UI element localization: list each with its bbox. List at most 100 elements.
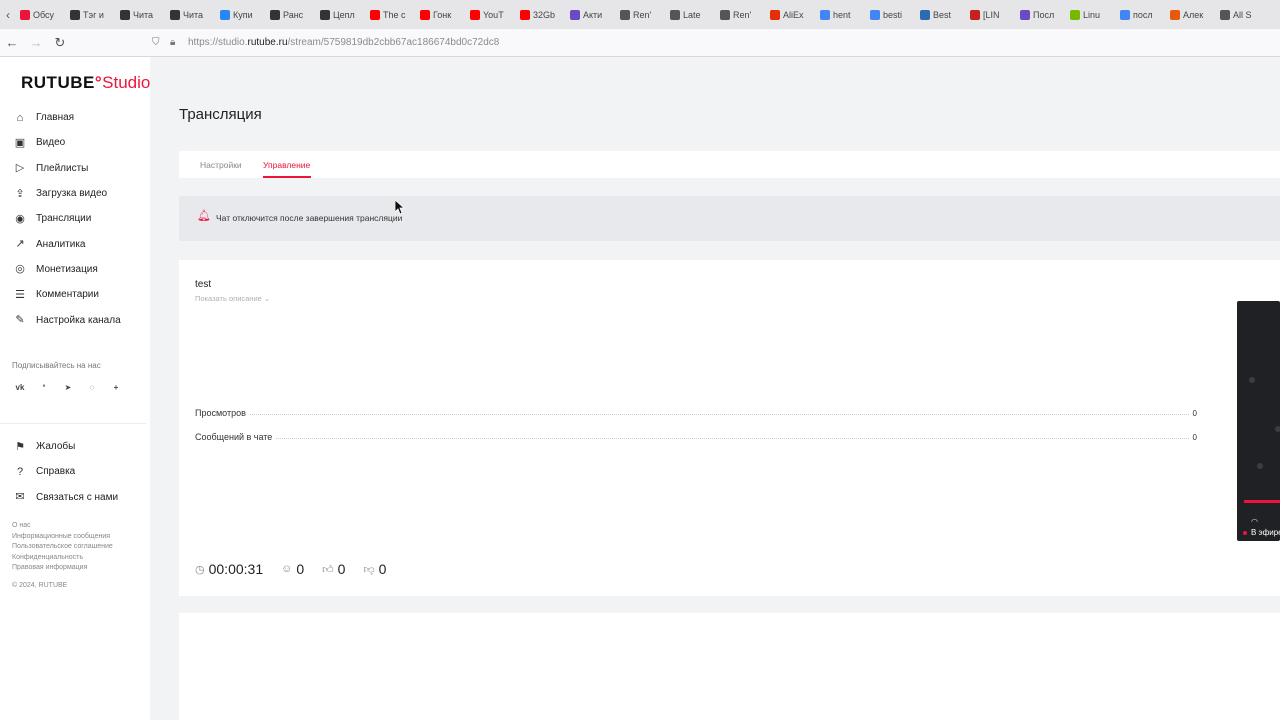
bookmark-item[interactable]: Чита xyxy=(116,4,166,26)
playlist-icon: ▷ xyxy=(15,162,25,175)
show-description-toggle[interactable]: Показать описание ⌄ xyxy=(195,294,270,303)
bookmark-item[interactable]: Гонк xyxy=(416,4,466,26)
bookmarks-bar: ‹ Обсу Тэг и Чита Чита Купи Ранс Цепл The c Гонк… xyxy=(0,0,1280,29)
bookmark-label: 32Gb xyxy=(533,9,556,20)
vk-icon[interactable]: vk xyxy=(12,381,28,395)
dislikes-value: 0 xyxy=(378,561,387,577)
sidebar-item-broadcast[interactable]: ◉ Трансляции xyxy=(0,206,150,231)
address-field[interactable]: ⛉ 🔒︎ https://studio. rutube.ru/stream/575… xyxy=(152,37,499,48)
video-icon: ▣ xyxy=(14,136,26,149)
sidebar-item-wand[interactable]: ✎ Настройка канала xyxy=(0,307,150,332)
page-title: Трансляция xyxy=(179,106,262,123)
sidebar-item-comments[interactable]: ☰ Комментарии xyxy=(0,282,150,307)
bookmark-item[interactable]: Late xyxy=(666,4,716,26)
bookmark-item[interactable]: The c xyxy=(366,4,416,26)
bookmark-item[interactable]: Посл xyxy=(1016,4,1066,26)
bookmark-item[interactable]: [LIN xyxy=(966,4,1016,26)
chat-alert: 🔔︎ Чат отключится после завершения транс… xyxy=(179,196,1280,241)
sidebar-item-label: Загрузка видео xyxy=(36,188,108,200)
forward-icon[interactable]: → xyxy=(24,35,48,50)
footer-link[interactable]: Правовая информация xyxy=(12,563,113,574)
reload-icon[interactable]: ↻ xyxy=(48,35,72,51)
bookmark-item[interactable]: Ранс xyxy=(266,4,316,26)
stat-views-value: 0 xyxy=(1192,409,1197,418)
bookmark-label: hent xyxy=(833,9,851,20)
bookmark-item[interactable]: Акти xyxy=(566,4,616,26)
bookmark-item[interactable]: Тэг и xyxy=(66,4,116,26)
bookmark-item[interactable]: Обсу xyxy=(16,4,66,26)
lock-icon: 🔒︎ xyxy=(170,37,176,48)
stream-name: test xyxy=(195,279,212,290)
bookmark-label: All S xyxy=(1233,9,1252,20)
bookmark-item[interactable]: Linu xyxy=(1066,4,1116,26)
bookmark-item[interactable]: Цепл xyxy=(316,4,366,26)
bookmark-favicon-icon xyxy=(120,9,130,20)
stream-player[interactable]: ◠ В эфире xyxy=(1237,301,1280,541)
user-icon: ☺ xyxy=(281,563,293,575)
bookmark-item[interactable]: посл xyxy=(1116,4,1166,26)
logo[interactable]: RUTUBE°Studio xyxy=(21,73,150,93)
sidebar-nav: ⌂ Главная ▣ Видео ▷ Плейлисты ⇪ Загрузка видео ◉… xyxy=(0,105,150,333)
sidebar-item-video[interactable]: ▣ Видео xyxy=(0,130,150,155)
bookmark-item[interactable]: Ren' xyxy=(716,4,766,26)
player-progress[interactable] xyxy=(1244,500,1280,503)
url-host: rutube.ru xyxy=(247,37,288,48)
analytics-icon: ↗ xyxy=(15,238,25,251)
bookmark-label: [LIN xyxy=(983,9,1000,20)
sidebar-item-monetization[interactable]: ◎ Монетизация xyxy=(0,257,150,282)
bookmark-favicon-icon xyxy=(1070,9,1080,20)
viber-icon[interactable]: ◌ xyxy=(84,381,100,395)
bookmark-item[interactable]: hent xyxy=(816,4,866,26)
bookmark-item[interactable]: Ren' xyxy=(616,4,666,26)
complaints-icon: ⚑ xyxy=(15,440,25,453)
bookmark-label: Linu xyxy=(1083,9,1101,20)
stat-chat-value: 0 xyxy=(1192,433,1197,442)
bookmark-favicon-icon xyxy=(420,9,430,20)
bookmark-item[interactable]: AliEx xyxy=(766,4,816,26)
bookmark-item[interactable]: YouT xyxy=(466,4,516,26)
bookmark-item[interactable]: besti xyxy=(866,4,916,26)
monetization-icon: ◎ xyxy=(15,263,25,276)
sidebar-item-help[interactable]: ? Справка xyxy=(0,459,150,484)
live-broadcast-icon: ◠ xyxy=(1251,517,1258,526)
bookmark-favicon-icon xyxy=(620,9,630,20)
sidebar-item-analytics[interactable]: ↗ Аналитика xyxy=(0,231,150,256)
bookmark-label: Чита xyxy=(133,9,154,20)
sidebar-item-label: Связаться с нами xyxy=(36,491,119,503)
sidebar-item-upload[interactable]: ⇪ Загрузка видео xyxy=(0,181,150,206)
bookmark-label: Ren' xyxy=(733,9,752,20)
sidebar-item-label: Жалобы xyxy=(36,441,76,453)
home-icon: ⌂ xyxy=(16,111,24,124)
bookmark-item[interactable]: Best xyxy=(916,4,966,26)
plus-icon[interactable]: + xyxy=(108,381,124,395)
back-icon[interactable]: ← xyxy=(0,35,24,50)
footer-link[interactable]: Информационные сообщения xyxy=(12,532,113,543)
url-path: /stream/5759819db2cbb67ac186674bd0c72dc8 xyxy=(287,37,500,48)
tab-management[interactable]: Управление xyxy=(263,160,310,170)
sidebar-nav-secondary: ⚑ Жалобы ? Справка ✉ Связаться с нами xyxy=(0,434,150,510)
sidebar-item-home[interactable]: ⌂ Главная xyxy=(0,105,150,130)
sidebar-item-contact[interactable]: ✉ Связаться с нами xyxy=(0,485,150,510)
chevron-left-icon[interactable]: ‹ xyxy=(0,8,16,22)
footer-links: О нас Информационные сообщения Пользовател… xyxy=(12,521,113,574)
tab-settings[interactable]: Настройки xyxy=(200,160,242,170)
bookmark-item[interactable]: All S xyxy=(1216,4,1266,26)
bookmark-item[interactable]: Купи xyxy=(216,4,266,26)
telegram-icon[interactable]: ➤ xyxy=(60,381,76,395)
sidebar-item-label: Справка xyxy=(36,466,76,478)
odnoklassniki-icon[interactable]: ᐤ xyxy=(36,381,52,395)
sidebar-item-label: Аналитика xyxy=(36,238,86,250)
stream-card: test Показать описание ⌄ Просмотров 0 Со… xyxy=(179,260,1280,596)
footer-link[interactable]: Пользовательское соглашение xyxy=(12,542,113,553)
studio-page: RUTUBE°Studio ⌂ Главная ▣ Видео ▷ Плейлисты ⇪ З… xyxy=(0,57,1280,720)
sidebar-item-playlist[interactable]: ▷ Плейлисты xyxy=(0,156,150,181)
footer-link[interactable]: О нас xyxy=(12,521,113,532)
player-graphic-node xyxy=(1249,377,1255,383)
bookmark-item[interactable]: Алек xyxy=(1166,4,1216,26)
footer-link[interactable]: Конфиденциальность xyxy=(12,553,113,564)
bookmark-item[interactable]: 32Gb xyxy=(516,4,566,26)
live-stats: ◷ 00:00:31 ☺ 0 👍︎ 0 👎︎ 0 xyxy=(195,561,404,577)
sidebar-item-complaints[interactable]: ⚑ Жалобы xyxy=(0,434,150,459)
bookmark-item[interactable]: Чита xyxy=(166,4,216,26)
social-links: vk ᐤ ➤ ◌ + xyxy=(12,381,132,395)
